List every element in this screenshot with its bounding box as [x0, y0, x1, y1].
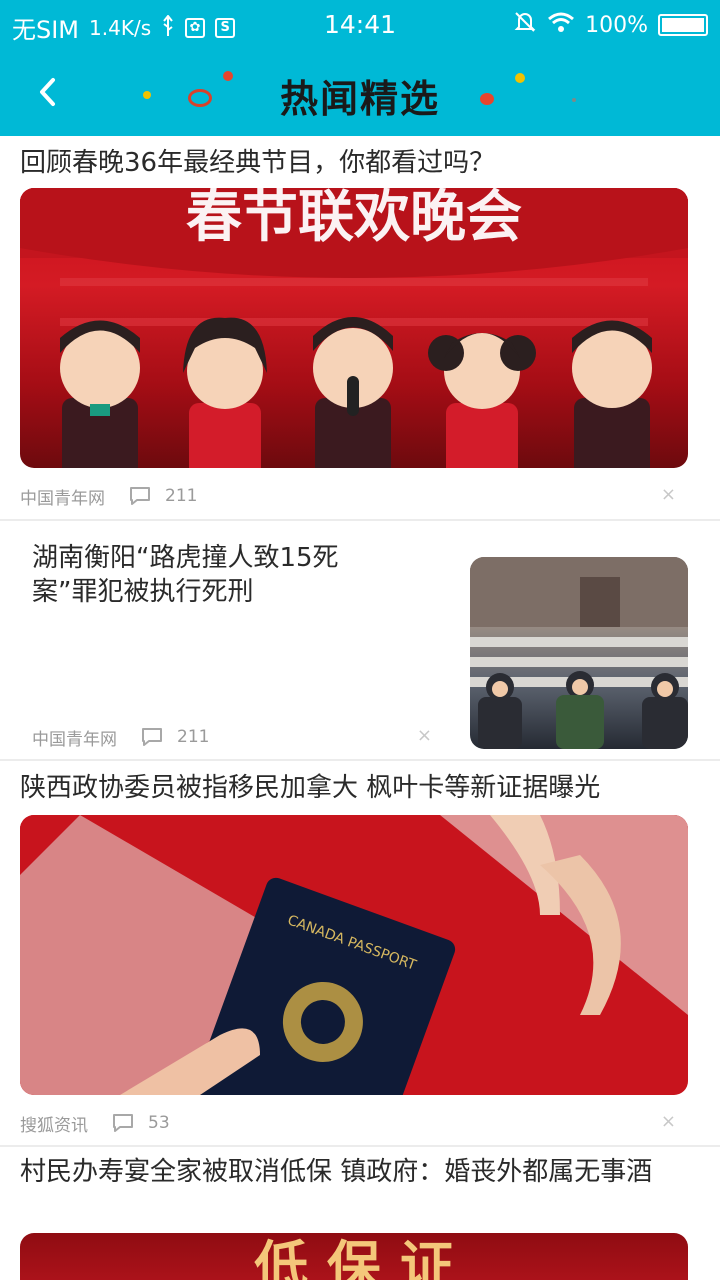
dibao-photo: 低 保 证 [254, 1234, 454, 1280]
article-image[interactable]: CANADA PASSPORT [20, 815, 688, 1095]
article-title[interactable]: 回顾春晚36年最经典节目，你都看过吗？ [0, 136, 720, 188]
article-title[interactable]: 湖南衡阳“路虎撞人致15死案”罪犯被执行死刑 [12, 541, 392, 609]
news-item[interactable]: 湖南衡阳“路虎撞人致15死案”罪犯被执行死刑 中国青年网 211 × [0, 521, 720, 761]
dismiss-button[interactable]: × [661, 484, 676, 505]
comment-count: 211 [165, 486, 198, 506]
wifi-icon [547, 11, 575, 39]
comment-icon [129, 486, 151, 506]
comment-count: 53 [148, 1113, 170, 1133]
article-source: 中国青年网 [32, 729, 117, 750]
article-source: 中国青年网 [20, 488, 105, 509]
news-item[interactable]: 回顾春晚36年最经典节目，你都看过吗？ 春节联欢晚会 中国青年网 211 × [0, 136, 720, 521]
courtroom-photo [470, 557, 688, 749]
article-meta: 中国青年网 211 × [12, 713, 432, 761]
mute-icon [513, 10, 537, 40]
battery-icon [658, 14, 708, 36]
article-title[interactable]: 村民办寿宴全家被取消低保 镇政府：婚丧外都属无事酒 [0, 1147, 720, 1233]
title-bar: 热闻精选 [0, 50, 720, 136]
article-title[interactable]: 陕西政协委员被指移民加拿大 枫叶卡等新证据曝光 [0, 761, 720, 815]
news-item[interactable]: 村民办寿宴全家被取消低保 镇政府：婚丧外都属无事酒 低 保 证 [0, 1147, 720, 1280]
comment-count: 211 [177, 727, 210, 747]
comment-icon [112, 1113, 134, 1133]
page-title: 热闻精选 [279, 77, 440, 121]
passport-photo: CANADA PASSPORT [20, 815, 688, 1095]
article-thumbnail[interactable] [470, 557, 688, 749]
article-image[interactable]: 春节联欢晚会 [20, 188, 688, 468]
dismiss-button[interactable]: × [661, 1111, 676, 1132]
image-dibao-text: 低 保 证 [254, 1234, 454, 1280]
screen: { "status_bar": { "carrier": "无SIM", "sp… [0, 0, 720, 1280]
status-bar: 无SIM 1.4K/s ✿ S 14:41 100% [0, 0, 720, 50]
article-meta: 中国青年网 211 × [0, 472, 720, 520]
dismiss-button[interactable]: × [417, 725, 432, 746]
article-source: 搜狐资讯 [20, 1115, 88, 1136]
article-meta: 搜狐资讯 53 × [0, 1099, 720, 1147]
article-image[interactable]: 低 保 证 [20, 1233, 688, 1280]
news-item[interactable]: 陕西政协委员被指移民加拿大 枫叶卡等新证据曝光 CANADA PASSPORT [0, 761, 720, 1147]
image-banner-text: 春节联欢晚会 [186, 188, 522, 250]
news-feed[interactable]: 回顾春晚36年最经典节目，你都看过吗？ 春节联欢晚会 中国青年网 211 × 湖… [0, 136, 720, 1280]
battery-percent: 100% [585, 12, 648, 38]
comment-icon [141, 727, 163, 747]
gala-illustration: 春节联欢晚会 [20, 188, 688, 468]
